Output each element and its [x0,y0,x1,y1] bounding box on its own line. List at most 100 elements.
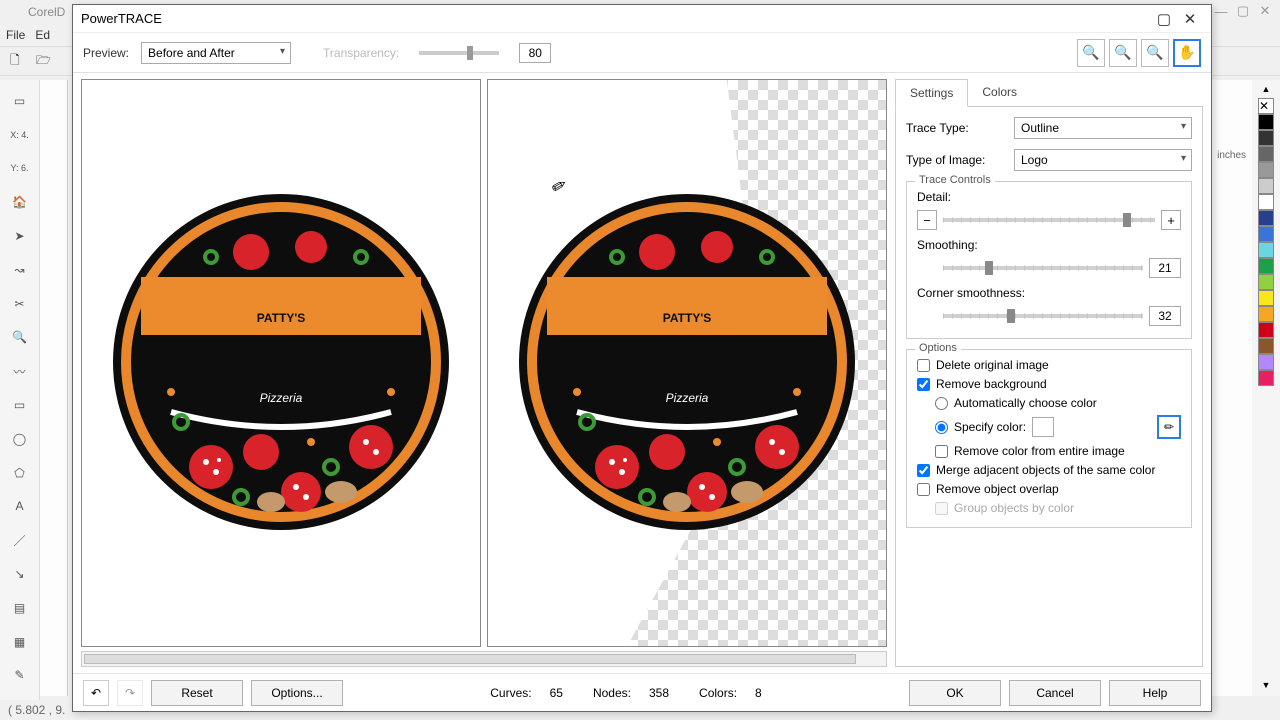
line-tool-icon[interactable]: ／ [9,529,31,551]
zoom-out-icon[interactable]: 🔍 [1109,39,1137,67]
transparency-label: Transparency: [323,46,399,60]
effects-tool-icon[interactable]: ▤ [9,597,31,619]
crop-tool-icon[interactable]: ✂ [9,293,31,315]
dialog-close-icon[interactable]: ✕ [1177,8,1203,30]
ok-button[interactable]: OK [909,680,1001,706]
swatch-lime[interactable] [1258,274,1274,290]
dialog-titlebar[interactable]: PowerTRACE ▢ ✕ [73,5,1211,33]
specify-color-swatch[interactable] [1032,417,1054,437]
cancel-button[interactable]: Cancel [1009,680,1101,706]
transparency-tool-icon[interactable]: ▦ [9,631,31,653]
corner-label: Corner smoothness: [917,286,1181,300]
detail-slider[interactable] [943,218,1155,222]
pan-hand-icon[interactable]: ✋ [1173,39,1201,67]
zoom-tool-icon[interactable]: 🔍 [9,327,31,349]
dialog-title: PowerTRACE [81,11,1151,26]
tab-colors[interactable]: Colors [968,79,1031,106]
swatch-ltgray1[interactable] [1258,162,1274,178]
eyedropper-tool-icon[interactable]: ✎ [9,665,31,687]
swatch-violet[interactable] [1258,354,1274,370]
reset-button[interactable]: Reset [151,680,243,706]
detail-minus-button[interactable]: − [917,210,937,230]
detail-plus-button[interactable]: + [1161,210,1181,230]
colors-label: Colors: [699,686,737,700]
transparency-slider[interactable] [419,51,499,55]
new-doc-icon[interactable]: 🗋 [10,51,30,71]
svg-text:PATTY'S: PATTY'S [663,311,711,325]
swatch-green[interactable] [1258,258,1274,274]
swatch-navy[interactable] [1258,210,1274,226]
logo-after: PATTY'S Pizzeria [517,192,857,535]
preview-mode-combo[interactable]: Before and After [141,42,291,64]
trace-type-combo[interactable]: Outline [1014,117,1192,139]
dialog-maximize-icon[interactable]: ▢ [1151,8,1177,30]
swatch-gray[interactable] [1258,146,1274,162]
powertrace-dialog: PowerTRACE ▢ ✕ Preview: Before and After… [72,4,1212,712]
nodes-label: Nodes: [593,686,631,700]
swatch-none[interactable]: ✕ [1258,98,1274,114]
tab-settings[interactable]: Settings [895,79,968,107]
zoom-in-icon[interactable]: 🔍 [1077,39,1105,67]
color-palette[interactable]: ▲ ✕ ▼ [1252,80,1280,696]
app-close-icon[interactable]: ✕ [1256,2,1274,20]
swatch-white[interactable] [1258,194,1274,210]
preview-before-pane[interactable]: PATTY'S Pizzeria [81,79,481,647]
ellipse-tool-icon[interactable]: ◯ [9,428,31,450]
palette-up-icon[interactable]: ▲ [1262,84,1271,94]
auto-color-radio[interactable]: Automatically choose color [935,396,1181,410]
freehand-tool-icon[interactable]: 〰 [9,360,31,382]
specify-color-radio[interactable]: Specify color: [935,420,1026,434]
remove-background-checkbox[interactable]: Remove background [917,377,1181,391]
coord-y: Y: 6. [9,158,31,180]
polygon-tool-icon[interactable]: ⬠ [9,462,31,484]
help-button[interactable]: Help [1109,680,1201,706]
remove-color-entire-checkbox[interactable]: Remove color from entire image [935,444,1181,458]
preview-after-pane[interactable]: ✏ PATTY'S Pizzeria [487,79,887,647]
swatch-yellow[interactable] [1258,290,1274,306]
app-maximize-icon[interactable]: ▢ [1234,2,1252,20]
app-minimize-icon[interactable]: — [1212,2,1230,20]
options-legend: Options [915,342,961,354]
curves-label: Curves: [490,686,531,700]
swatch-ltgray2[interactable] [1258,178,1274,194]
merge-adjacent-checkbox[interactable]: Merge adjacent objects of the same color [917,463,1181,477]
undo-button[interactable]: ↶ [83,680,109,706]
status-coords: ( 5.802 , 9. [8,703,65,717]
swatch-orange[interactable] [1258,306,1274,322]
transparency-value[interactable]: 80 [519,43,551,63]
smoothing-slider[interactable] [943,266,1143,270]
toolbox: ▭ X: 4. Y: 6. 🏠 ➤ ↝ ✂ 🔍 〰 ▭ ◯ ⬠ A ／ ↘ ▤ … [0,80,40,720]
pick-tool-icon[interactable]: ▭ [9,90,31,112]
menu-file[interactable]: File [6,28,25,42]
connector-tool-icon[interactable]: ↘ [9,563,31,585]
smoothing-value[interactable]: 21 [1149,258,1181,278]
arrow-tool-icon[interactable]: ➤ [9,225,31,247]
svg-text:Pizzeria: Pizzeria [260,391,303,405]
corner-value[interactable]: 32 [1149,306,1181,326]
swatch-brown[interactable] [1258,338,1274,354]
preview-scrollbar[interactable] [81,651,887,667]
zoom-fit-icon[interactable]: 🔍 [1141,39,1169,67]
logo-before: PATTY'S Pizzeria [111,192,451,535]
rectangle-tool-icon[interactable]: ▭ [9,394,31,416]
eyedropper-button[interactable]: ✏ [1157,415,1181,439]
shape-tool-icon[interactable]: ↝ [9,259,31,281]
remove-overlap-checkbox[interactable]: Remove object overlap [917,482,1181,496]
text-tool-icon[interactable]: A [9,496,31,518]
swatch-cyan[interactable] [1258,242,1274,258]
palette-down-icon[interactable]: ▼ [1262,680,1271,690]
corner-slider[interactable] [943,314,1143,318]
home-icon[interactable]: 🏠 [9,191,31,213]
swatch-pink[interactable] [1258,370,1274,386]
swatch-blue[interactable] [1258,226,1274,242]
trace-controls-legend: Trace Controls [915,174,995,186]
app-title: CorelD [28,5,65,19]
menu-edit[interactable]: Ed [35,28,50,42]
delete-original-checkbox[interactable]: Delete original image [917,358,1181,372]
swatch-red[interactable] [1258,322,1274,338]
swatch-dkgray[interactable] [1258,130,1274,146]
swatch-black[interactable] [1258,114,1274,130]
options-button[interactable]: Options... [251,680,343,706]
open-doc-icon[interactable]: 🗁 [36,51,56,71]
image-type-combo[interactable]: Logo [1014,149,1192,171]
